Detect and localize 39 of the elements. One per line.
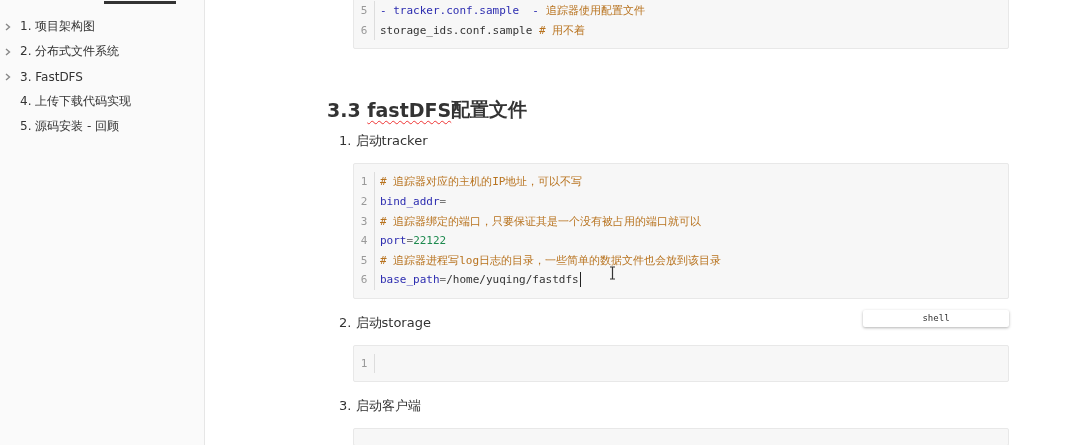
outline-item[interactable]: 3. FastDFS (20, 69, 83, 84)
line-number: 2 (354, 191, 375, 212)
line-number: 6 (354, 20, 375, 41)
scroll-indicator (104, 1, 176, 4)
code-token: = (406, 234, 414, 248)
code-token: bind_addr (380, 195, 440, 209)
code-token: 22122 (413, 234, 447, 248)
code-token: # 追踪器进程写log日志的目录，一些简单的数据文件也会放到该目录 (380, 252, 722, 268)
line-number: 5 (354, 1, 375, 21)
line-number: 4 (354, 230, 375, 251)
code-token: base_path (380, 273, 440, 287)
text-cursor-icon (609, 266, 616, 281)
code-token: 追踪器使用配置文件 (545, 3, 645, 19)
code-token: # 追踪器对应的主机的IP地址，可以不写 (380, 174, 583, 190)
line-number: 6 (354, 270, 375, 290)
line-number: 3 (354, 211, 375, 231)
outline-item[interactable]: 5. 源码安装 - 回顾 (20, 118, 120, 135)
language-selector[interactable]: shell (863, 309, 1009, 327)
code-token: port (380, 234, 407, 248)
code-token: storage_ids.conf.sample (380, 23, 534, 37)
section-heading: 3.3 fastDFS配置文件 (327, 97, 529, 124)
chevron-icon[interactable] (4, 71, 12, 82)
code-token: = (439, 195, 447, 209)
list-item: 1. 启动tracker (339, 132, 428, 151)
code-token: # 追踪器绑定的端口，只要保证其是一个没有被占用的端口就可以 (380, 213, 702, 229)
line-number: 1 (354, 353, 375, 374)
code-token: /home/yuqing/fastdfs (446, 273, 579, 287)
outline-item[interactable]: 4. 上传下载代码实现 (20, 93, 132, 110)
list-item: 2. 启动storage (339, 313, 431, 332)
outline-item[interactable]: 2. 分布式文件系统 (20, 43, 120, 60)
line-number: 5 (354, 250, 375, 271)
code-token: # 用不着 (538, 22, 586, 38)
chevron-icon[interactable] (4, 21, 12, 32)
code-token: - tracker.conf.sample - (380, 4, 540, 18)
line-number: 1 (354, 172, 375, 192)
outline-item[interactable]: 1. 项目架构图 (20, 18, 96, 35)
code-token: = (439, 273, 447, 287)
chevron-icon[interactable] (4, 46, 12, 57)
list-item: 3. 启动客户端 (339, 397, 421, 416)
